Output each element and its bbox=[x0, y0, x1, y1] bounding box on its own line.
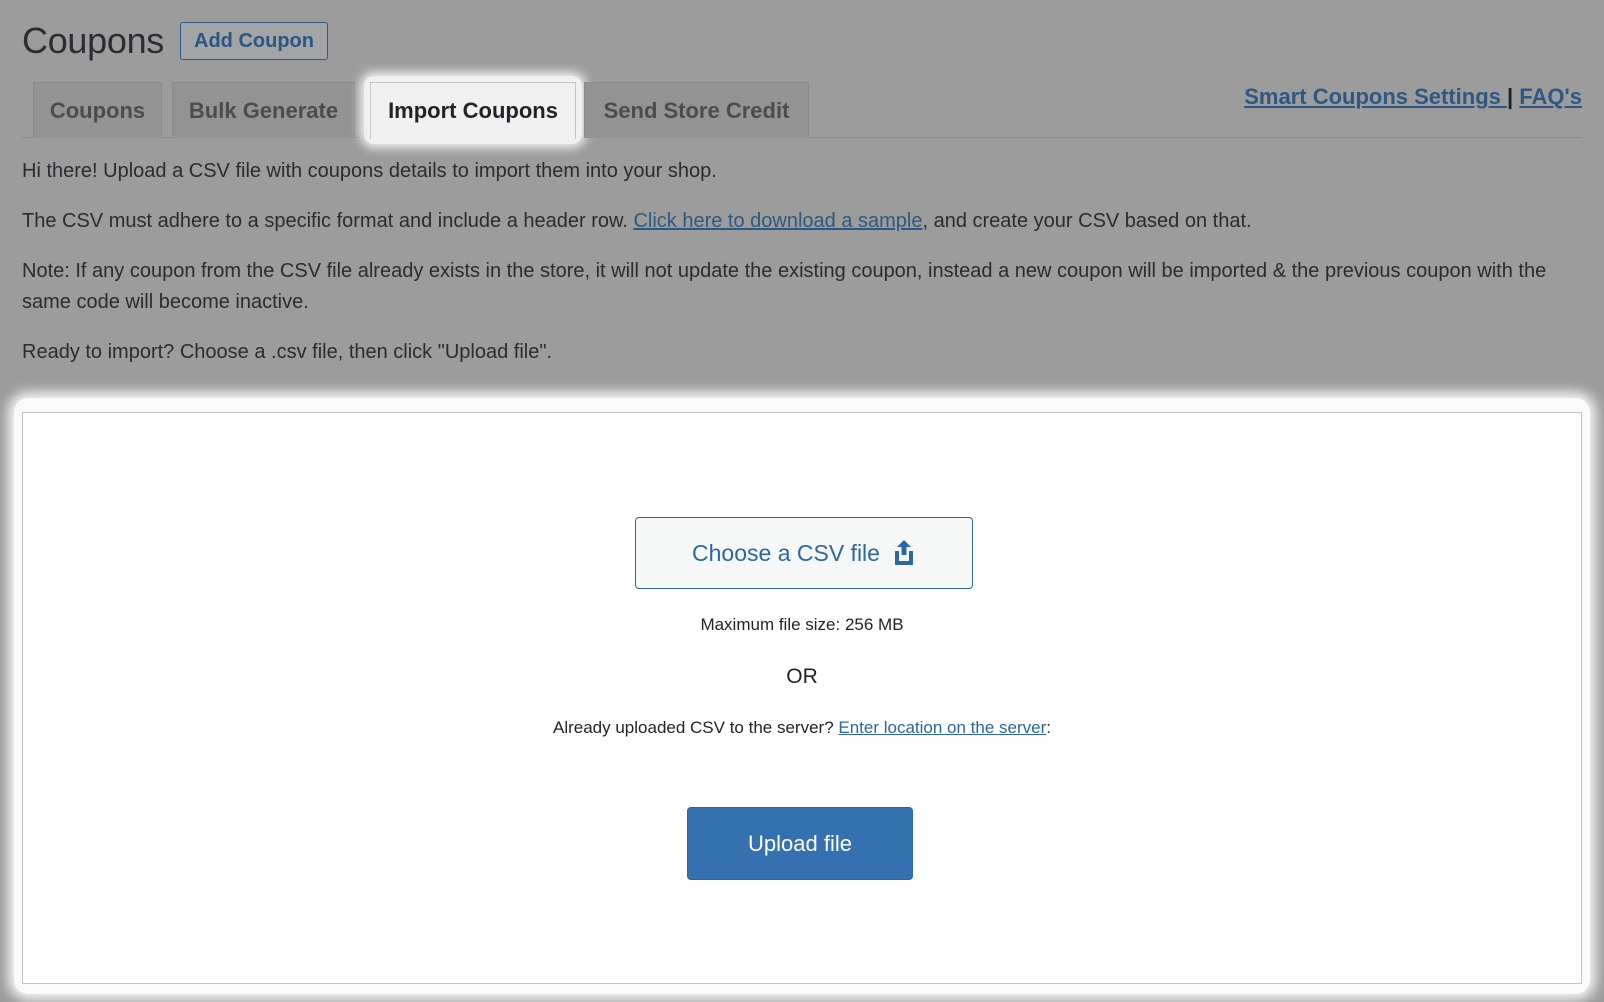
link-separator: | bbox=[1507, 84, 1514, 109]
tab-coupons[interactable]: Coupons bbox=[33, 82, 162, 138]
intro-text: Hi there! Upload a CSV file with coupons… bbox=[22, 156, 1582, 387]
tab-bulk-generate[interactable]: Bulk Generate bbox=[172, 82, 355, 138]
upload-share-icon bbox=[894, 540, 913, 565]
enter-server-location-link[interactable]: Enter location on the server bbox=[838, 718, 1046, 737]
max-file-size: Maximum file size: 256 MB bbox=[700, 615, 904, 634]
server-location-line: Already uploaded CSV to the server? Ente… bbox=[552, 718, 1052, 737]
page: Coupons Add Coupon Coupons Bulk Generate… bbox=[0, 0, 1604, 1002]
smart-coupons-settings-link[interactable]: Smart Coupons Settings bbox=[1244, 84, 1507, 109]
choose-csv-file-label: Choose a CSV file bbox=[692, 539, 880, 566]
format-line: The CSV must adhere to a specific format… bbox=[22, 210, 1252, 232]
page-title: Coupons bbox=[22, 20, 165, 61]
note-line: Note: If any coupon from the CSV file al… bbox=[22, 260, 1547, 313]
tab-send-store-credit[interactable]: Send Store Credit bbox=[584, 82, 809, 138]
import-card: Choose a CSV file Maximum file size: 256… bbox=[22, 412, 1582, 984]
faq-link[interactable]: FAQ's bbox=[1519, 84, 1582, 109]
or-separator: OR bbox=[786, 665, 818, 688]
intro-line: Hi there! Upload a CSV file with coupons… bbox=[22, 160, 717, 182]
upload-file-button[interactable]: Upload file bbox=[687, 807, 913, 880]
add-coupon-button[interactable]: Add Coupon bbox=[180, 22, 328, 60]
header-links: Smart Coupons Settings | FAQ's bbox=[1244, 84, 1582, 110]
download-sample-link[interactable]: Click here to download a sample bbox=[633, 210, 922, 232]
tab-import-coupons[interactable]: Import Coupons bbox=[370, 82, 576, 139]
page-header: Coupons Add Coupon bbox=[22, 20, 328, 62]
ready-line: Ready to import? Choose a .csv file, the… bbox=[22, 341, 552, 363]
choose-csv-file-button[interactable]: Choose a CSV file bbox=[635, 517, 973, 589]
